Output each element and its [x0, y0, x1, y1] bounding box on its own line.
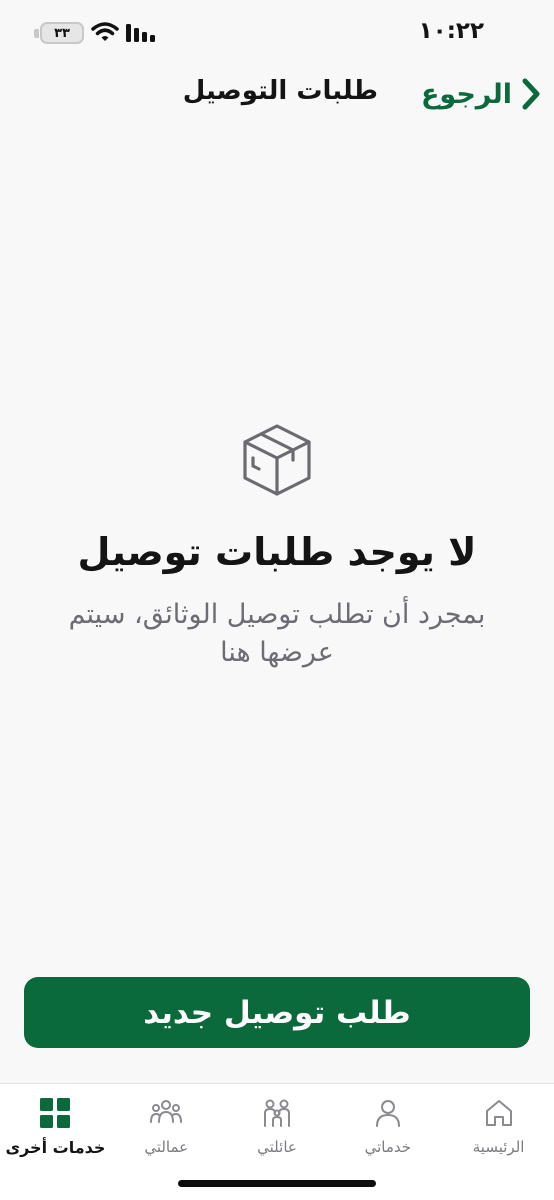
tab-label: خدمات أخرى	[5, 1138, 106, 1157]
wifi-icon	[91, 22, 119, 41]
tab-label: عائلتي	[257, 1138, 297, 1156]
home-icon	[485, 1100, 512, 1126]
empty-description: بمجرد أن تطلب توصيل الوثائق، سيتم عرضها …	[68, 599, 486, 668]
tab-label: خدماتي	[364, 1138, 412, 1156]
tab-other-services[interactable]: خدمات أخرى	[0, 1084, 111, 1200]
family-icon	[264, 1099, 291, 1127]
empty-state: لا يوجد طلبات توصيل بمجرد أن تطلب توصيل …	[0, 420, 554, 672]
cellular-signal-icon	[126, 24, 155, 42]
battery-level: ٣٣	[54, 25, 70, 41]
box-icon	[243, 424, 311, 496]
chevron-right-icon	[522, 78, 540, 110]
battery-tip	[34, 29, 39, 38]
back-label: الرجوع	[420, 78, 512, 110]
new-delivery-request-button[interactable]: طلب توصيل جديد	[24, 977, 530, 1048]
home-indicator	[178, 1180, 376, 1187]
header: الرجوع طلبات التوصيل	[0, 68, 554, 120]
tab-label: الرئيسية	[472, 1138, 525, 1156]
person-icon	[375, 1100, 400, 1127]
workers-icon	[150, 1100, 183, 1123]
grid-icon	[40, 1098, 71, 1128]
tab-label: عمالتي	[144, 1138, 189, 1156]
back-button[interactable]: الرجوع	[421, 68, 542, 120]
screen: ١٠:٢٢ ٣٣ الرجوع طلبات التوصيل لا يوجد طل…	[0, 0, 554, 1200]
battery-icon: ٣٣	[40, 22, 84, 44]
tab-home[interactable]: الرئيسية	[443, 1084, 554, 1200]
empty-title: لا يوجد طلبات توصيل	[77, 530, 477, 574]
page-title: طلبات التوصيل	[182, 76, 378, 106]
status-time: ١٠:٢٢	[418, 18, 484, 44]
status-bar: ١٠:٢٢ ٣٣	[0, 0, 554, 62]
